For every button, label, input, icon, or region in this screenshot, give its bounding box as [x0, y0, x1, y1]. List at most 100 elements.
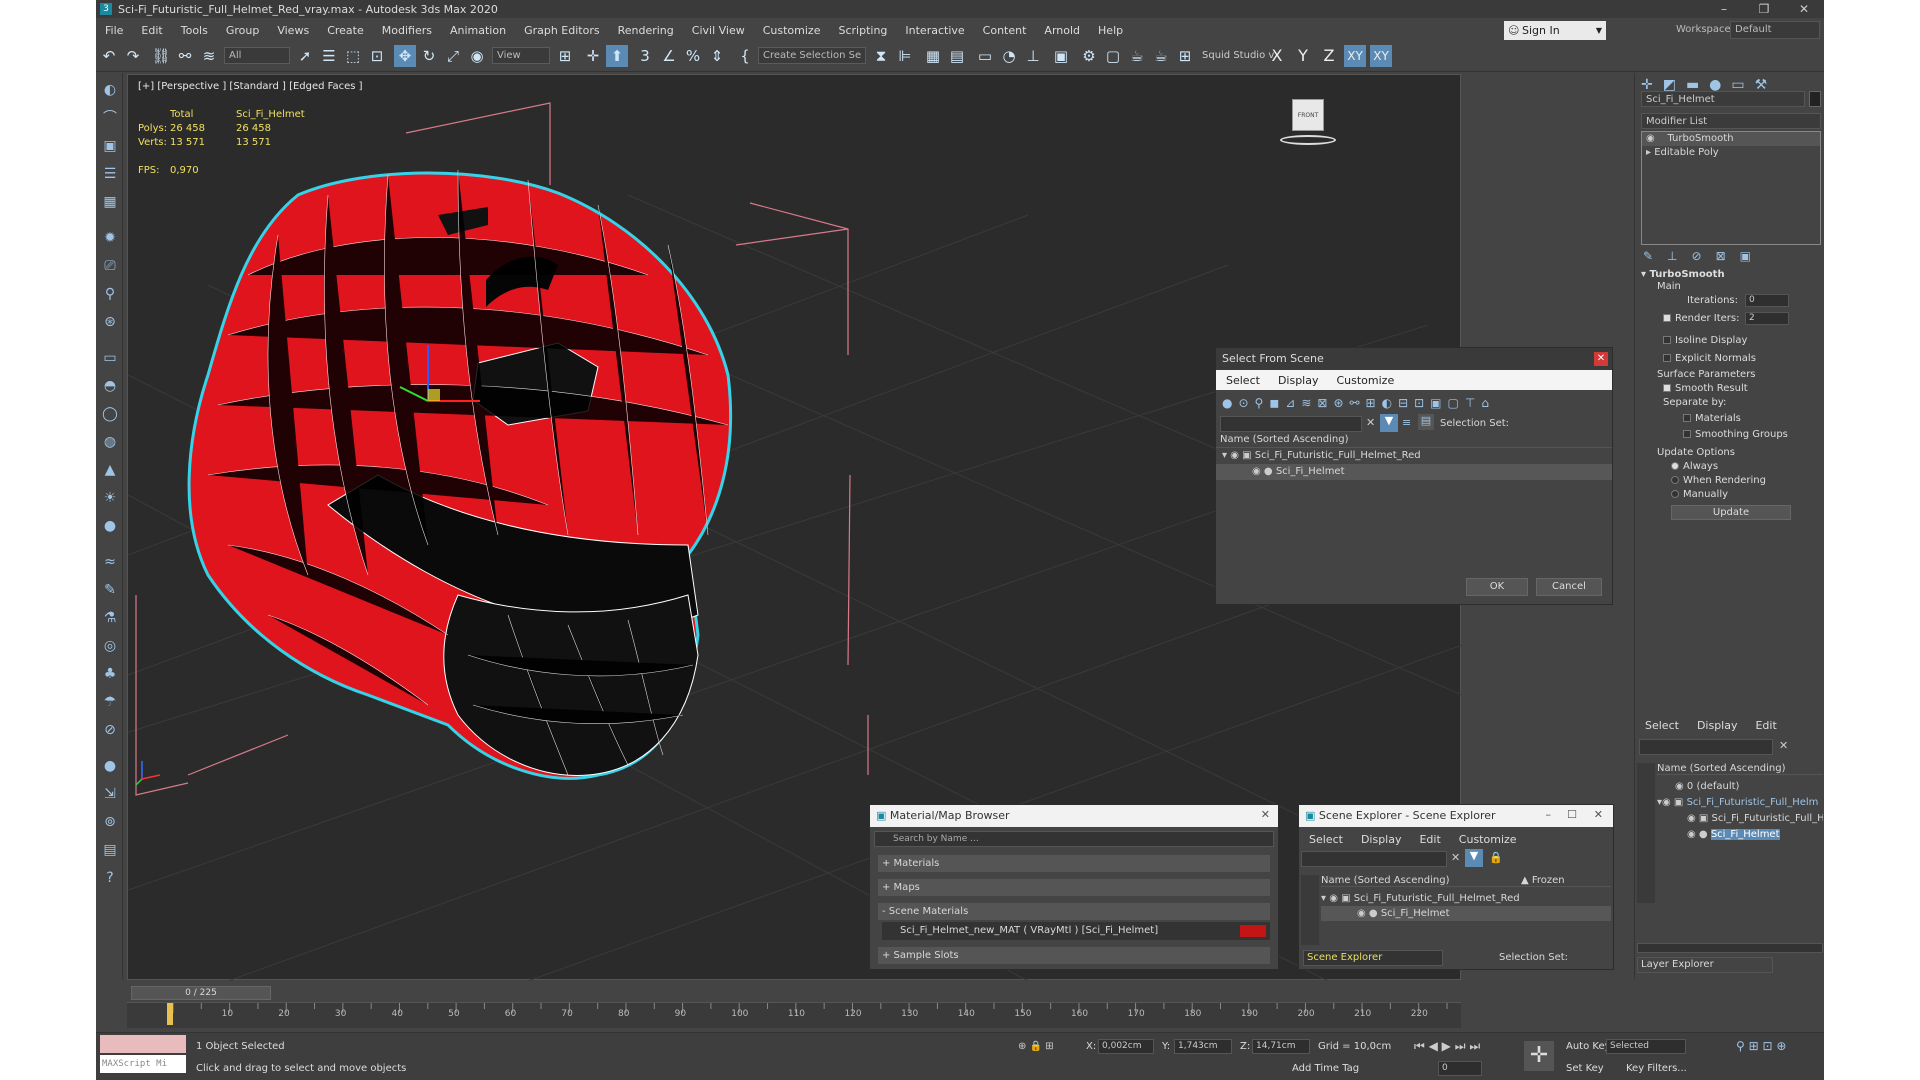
list-item[interactable]: ◉ ● Sci_Fi_Helmet [1657, 827, 1823, 842]
separate-smoothing-checkbox[interactable]: Smoothing Groups [1683, 429, 1788, 440]
current-frame-field[interactable]: 0 [1438, 1061, 1482, 1076]
create-box-icon[interactable]: ▣ [100, 136, 120, 156]
spacewarp-icon[interactable]: ⊛ [100, 312, 120, 332]
menu-animation[interactable]: Animation [441, 24, 515, 37]
add-time-tag[interactable]: Add Time Tag [1292, 1063, 1359, 1074]
render-iters-checkbox[interactable]: Render Iters: [1663, 313, 1740, 324]
menu-civil-view[interactable]: Civil View [683, 24, 754, 37]
sun-icon[interactable]: ☀ [100, 488, 120, 508]
render-iterative-icon[interactable]: ☕ [1150, 45, 1172, 67]
coord-z-field[interactable]: 14,71cm [1252, 1039, 1310, 1054]
viewcube[interactable]: FRONT [1274, 87, 1342, 147]
filter-icons-row[interactable]: ●⊙⚲◼⊿≋⊠⊛⚯⊞◐⊟⊡▣▢⊤⌂ [1222, 396, 1495, 410]
close-icon[interactable]: ✕ [1594, 808, 1603, 821]
cancel-button[interactable]: Cancel [1536, 578, 1602, 596]
create-shapes-icon[interactable]: ⌒ [100, 108, 120, 128]
spinner-snap-icon[interactable]: ⇕ [706, 45, 728, 67]
dome-icon[interactable]: ◓ [100, 376, 120, 396]
update-always-radio[interactable]: Always [1671, 461, 1718, 472]
globe-icon[interactable]: ◎ [100, 636, 120, 656]
scene-explorer-header[interactable]: Name (Sorted Ascending) ▲ Frozen [1321, 875, 1611, 887]
network-icon[interactable]: ⊚ [100, 812, 120, 832]
sign-in-button[interactable]: Sign In ☺ ▼ [1504, 21, 1606, 40]
tab-display[interactable]: Display [1278, 374, 1319, 387]
blue-sphere-icon[interactable]: ● [100, 756, 120, 776]
unlink-icon[interactable]: ⚯ [174, 45, 196, 67]
axis-z-button[interactable]: Z [1318, 45, 1340, 67]
menu-file[interactable]: File [96, 24, 132, 37]
sfs-column-header[interactable]: Name (Sorted Ascending) [1216, 434, 1612, 448]
group-sample-slots[interactable]: + Sample Slots [878, 947, 1270, 964]
window-crossing-icon[interactable]: ⊡ [366, 45, 388, 67]
menu-graph-editors[interactable]: Graph Editors [515, 24, 609, 37]
reference-coord-dropdown[interactable]: View [492, 47, 550, 64]
list-item[interactable]: ◉ 0 (default) [1657, 779, 1823, 794]
filter-icon[interactable]: ▼ [1465, 849, 1483, 867]
place-icon[interactable]: ◉ [466, 45, 488, 67]
bind-space-warp-icon[interactable]: ≋ [198, 45, 220, 67]
help-icon[interactable]: ? [100, 868, 120, 888]
layer-column-header[interactable]: Name (Sorted Ascending) [1657, 763, 1823, 775]
selection-set-icon[interactable]: ▤ [1418, 414, 1434, 430]
tab-select[interactable]: Select [1226, 374, 1260, 387]
lock-icon[interactable]: 🔒 [1489, 851, 1503, 864]
angle-snap-icon[interactable]: ∠ [658, 45, 680, 67]
sphere-icon[interactable]: ◯ [100, 404, 120, 424]
object-name-field[interactable]: Sci_Fi_Helmet [1641, 91, 1805, 107]
separate-materials-checkbox[interactable]: Materials [1683, 413, 1741, 424]
script-icon[interactable]: ▤ [100, 840, 120, 860]
maxscript-listener[interactable]: MAXScript Mi [100, 1055, 186, 1073]
object-color-swatch[interactable] [1809, 91, 1821, 107]
grass-icon[interactable]: ♣ [100, 664, 120, 684]
scale-icon[interactable]: ⤢ [442, 45, 464, 67]
update-when-rendering-radio[interactable]: When Rendering [1671, 475, 1766, 486]
flask-icon[interactable]: ⚗ [100, 608, 120, 628]
group-scene-materials[interactable]: - Scene Materials [878, 903, 1270, 920]
edit-named-selection-icon[interactable]: { [734, 45, 756, 67]
tab-edit[interactable]: Edit [1755, 719, 1776, 732]
auto-key-button[interactable]: Auto Key [1566, 1041, 1611, 1052]
menu-scripting[interactable]: Scripting [829, 24, 896, 37]
axis-xy-cycle-button[interactable]: XY [1370, 45, 1392, 67]
stack-item-turbosmooth[interactable]: ◉ TurboSmooth [1642, 132, 1820, 146]
stack-item-editable-poly[interactable]: ▸ Editable Poly [1642, 146, 1820, 160]
mirror-icon[interactable]: ⧗ [870, 45, 892, 67]
rendered-frame-window-icon[interactable]: ▢ [1102, 45, 1124, 67]
viewcube-front[interactable]: FRONT [1292, 99, 1324, 131]
menu-tools[interactable]: Tools [172, 24, 217, 37]
smooth-result-checkbox[interactable]: Smooth Result [1663, 383, 1748, 394]
select-object-icon[interactable]: ➚ [294, 45, 316, 67]
menu-interactive[interactable]: Interactive [896, 24, 973, 37]
helper-icon[interactable]: ⚲ [100, 284, 120, 304]
list-item[interactable]: ◉ ● Sci_Fi_Helmet [1321, 906, 1611, 921]
menu-content[interactable]: Content [974, 24, 1036, 37]
camera-icon[interactable]: ⎚ [100, 256, 120, 276]
layer-explorer-toggle-icon[interactable]: ▤ [946, 45, 968, 67]
tab-edit[interactable]: Edit [1419, 833, 1440, 846]
render-iters-spinner[interactable]: 2 [1745, 312, 1789, 325]
menu-views[interactable]: Views [268, 24, 318, 37]
plane-icon[interactable]: ▭ [100, 348, 120, 368]
align-icon[interactable]: ⊫ [894, 45, 916, 67]
set-key-icon[interactable]: ✛ [1524, 1041, 1554, 1071]
explorer-name-dropdown[interactable]: Scene Explorer [1303, 950, 1443, 966]
maximize-icon[interactable]: ☐ [1567, 808, 1577, 821]
brush-icon[interactable]: ✎ [100, 580, 120, 600]
key-filters-button[interactable]: Key Filters... [1626, 1063, 1687, 1074]
group-materials[interactable]: + Materials [878, 855, 1270, 872]
material-editor-icon[interactable]: ▣ [1050, 45, 1072, 67]
minimize-button[interactable]: – [1704, 0, 1744, 18]
move-icon[interactable]: ✥ [394, 45, 416, 67]
explicit-normals-checkbox[interactable]: Explicit Normals [1663, 353, 1756, 364]
ok-button[interactable]: OK [1466, 578, 1528, 596]
time-slider[interactable]: 0 / 225 [131, 986, 271, 1000]
maximize-button[interactable]: ❐ [1744, 0, 1784, 18]
update-manually-radio[interactable]: Manually [1671, 489, 1728, 500]
axis-x-button[interactable]: X [1266, 45, 1288, 67]
hair-icon[interactable]: ≈ [100, 552, 120, 572]
list-item[interactable]: ▾◉ ▣ Sci_Fi_Futuristic_Full_Helm [1657, 795, 1823, 810]
helmet-model[interactable] [187, 169, 733, 780]
isoline-display-checkbox[interactable]: Isoline Display [1663, 335, 1747, 346]
percent-snap-icon[interactable]: % [682, 45, 704, 67]
menu-modifiers[interactable]: Modifiers [373, 24, 441, 37]
